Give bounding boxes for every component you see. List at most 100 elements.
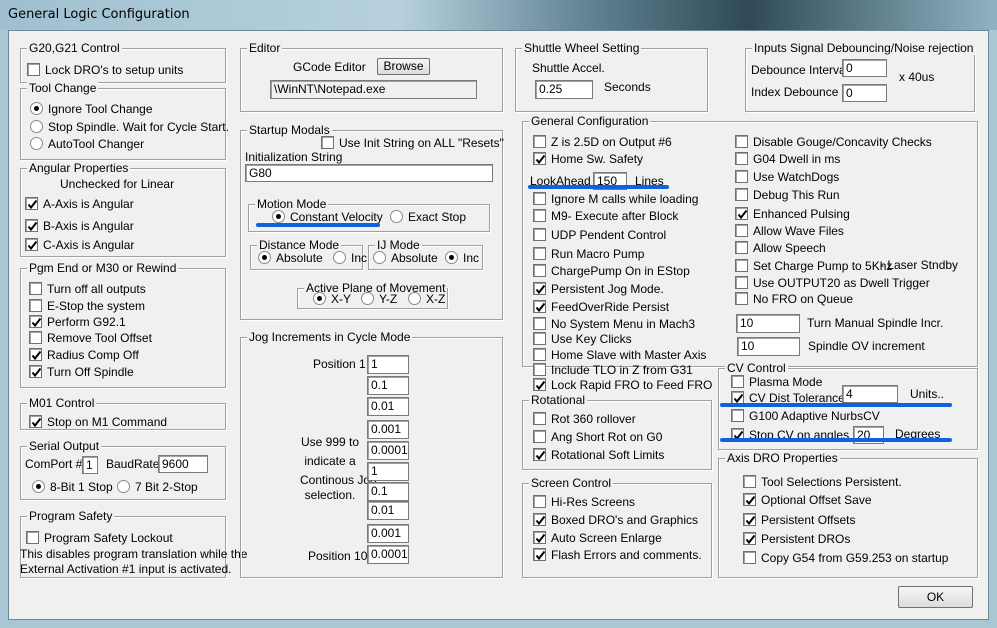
radio-unselected-icon[interactable]: [408, 292, 421, 305]
checkbox-label: E-Stop the system: [47, 299, 146, 313]
radio-label: Absolute: [391, 251, 438, 265]
baudrate-input[interactable]: 9600: [158, 455, 208, 473]
unchecked-checkbox-icon[interactable]: [29, 299, 42, 312]
checked-checkbox-icon[interactable]: [25, 219, 38, 232]
x40us-label: x 40us: [899, 70, 935, 84]
unchecked-checkbox-icon[interactable]: [533, 363, 546, 376]
cv-dist-tolerance-input[interactable]: 4: [842, 385, 898, 403]
spindle-incr-input[interactable]: 10: [736, 314, 800, 333]
init-string-input[interactable]: G80: [245, 164, 493, 182]
unchecked-checkbox-icon[interactable]: [27, 63, 40, 76]
radio-unselected-icon[interactable]: [333, 251, 346, 264]
jog-position-5-input[interactable]: 0.0001: [367, 441, 409, 460]
blue-underline-annotation: [720, 403, 952, 407]
unchecked-checkbox-icon[interactable]: [735, 259, 748, 272]
checkbox-label: Persistent Offsets: [761, 513, 856, 527]
jog-position-9-input[interactable]: 0.001: [367, 524, 409, 543]
radio-selected-icon[interactable]: [445, 251, 458, 264]
shuttle-accel-input[interactable]: 0.25: [535, 80, 593, 99]
radio-unselected-icon[interactable]: [373, 251, 386, 264]
unchecked-checkbox-icon[interactable]: [321, 136, 334, 149]
checked-checkbox-icon[interactable]: [743, 513, 756, 526]
radio-unselected-icon[interactable]: [30, 120, 43, 133]
checked-checkbox-icon[interactable]: [29, 415, 42, 428]
unchecked-checkbox-icon[interactable]: [533, 412, 546, 425]
checked-checkbox-icon[interactable]: [533, 513, 546, 526]
browse-button[interactable]: Browse: [377, 58, 430, 75]
checked-checkbox-icon[interactable]: [533, 282, 546, 295]
checked-checkbox-icon[interactable]: [29, 365, 42, 378]
checked-checkbox-icon[interactable]: [25, 238, 38, 251]
unchecked-checkbox-icon[interactable]: [743, 475, 756, 488]
unchecked-checkbox-icon[interactable]: [533, 430, 546, 443]
checkbox-label: Persistent Jog Mode.: [551, 282, 664, 296]
checked-checkbox-icon[interactable]: [735, 207, 748, 220]
checkbox-label: Home Sw. Safety: [551, 152, 644, 166]
unchecked-checkbox-icon[interactable]: [735, 188, 748, 201]
unchecked-checkbox-icon[interactable]: [735, 152, 748, 165]
unchecked-checkbox-icon[interactable]: [533, 495, 546, 508]
checked-checkbox-icon[interactable]: [25, 197, 38, 210]
editor-path-field[interactable]: \WinNT\Notepad.exe: [270, 80, 477, 99]
unchecked-checkbox-icon[interactable]: [735, 170, 748, 183]
title-bar[interactable]: General Logic Configuration: [0, 0, 997, 30]
checked-checkbox-icon[interactable]: [533, 548, 546, 561]
unchecked-checkbox-icon[interactable]: [533, 228, 546, 241]
ok-button[interactable]: OK: [898, 586, 973, 608]
jog-position-10-input[interactable]: 0.0001: [367, 545, 409, 564]
checked-checkbox-icon[interactable]: [533, 448, 546, 461]
unchecked-checkbox-icon[interactable]: [533, 135, 546, 148]
checkbox-label: Enhanced Pulsing: [753, 207, 850, 221]
jog-position-3-input[interactable]: 0.01: [367, 397, 409, 416]
jog-position-2-input[interactable]: 0.1: [367, 376, 409, 395]
comport-input[interactable]: 1: [82, 456, 98, 474]
checked-checkbox-icon[interactable]: [29, 315, 42, 328]
unchecked-checkbox-icon[interactable]: [735, 224, 748, 237]
radio-selected-icon[interactable]: [272, 210, 285, 223]
checked-checkbox-icon[interactable]: [533, 378, 546, 391]
safety-note: This disables program translation while …: [20, 547, 248, 561]
unchecked-checkbox-icon[interactable]: [29, 331, 42, 344]
checkbox-label: Allow Speech: [753, 241, 826, 255]
unchecked-checkbox-icon[interactable]: [735, 276, 748, 289]
unchecked-checkbox-icon[interactable]: [731, 375, 744, 388]
index-debounce-input[interactable]: 0: [842, 84, 887, 102]
unchecked-checkbox-icon[interactable]: [26, 531, 39, 544]
unchecked-checkbox-icon[interactable]: [533, 348, 546, 361]
checked-checkbox-icon[interactable]: [743, 532, 756, 545]
checked-checkbox-icon[interactable]: [533, 531, 546, 544]
jog-position-7-input[interactable]: 0.1: [367, 482, 409, 501]
unchecked-checkbox-icon[interactable]: [533, 332, 546, 345]
debounce-interval-input[interactable]: 0: [842, 59, 887, 77]
radio-selected-icon[interactable]: [30, 102, 43, 115]
unchecked-checkbox-icon[interactable]: [533, 264, 546, 277]
radio-selected-icon[interactable]: [32, 480, 45, 493]
group-title: G20,G21 Control: [27, 41, 122, 55]
unchecked-checkbox-icon[interactable]: [731, 409, 744, 422]
radio-unselected-icon[interactable]: [30, 137, 43, 150]
unchecked-checkbox-icon[interactable]: [735, 292, 748, 305]
unchecked-checkbox-icon[interactable]: [29, 282, 42, 295]
jog-position-6-input[interactable]: 1: [367, 462, 409, 481]
unchecked-checkbox-icon[interactable]: [735, 241, 748, 254]
radio-unselected-icon[interactable]: [361, 292, 374, 305]
jog-position-4-input[interactable]: 0.001: [367, 420, 409, 439]
unchecked-checkbox-icon[interactable]: [533, 209, 546, 222]
checked-checkbox-icon[interactable]: [743, 493, 756, 506]
checked-checkbox-icon[interactable]: [533, 300, 546, 313]
unchecked-checkbox-icon[interactable]: [533, 192, 546, 205]
radio-unselected-icon[interactable]: [117, 480, 130, 493]
unchecked-checkbox-icon[interactable]: [533, 317, 546, 330]
radio-unselected-icon[interactable]: [390, 210, 403, 223]
unchecked-checkbox-icon[interactable]: [533, 247, 546, 260]
jog-position-8-input[interactable]: 0.01: [367, 501, 409, 520]
group-inputs-signal-debouncing-noise-rejection: Inputs Signal Debouncing/Noise rejection: [745, 41, 976, 112]
unchecked-checkbox-icon[interactable]: [735, 135, 748, 148]
jog-position-1-input[interactable]: 1: [367, 355, 409, 374]
radio-selected-icon[interactable]: [313, 292, 326, 305]
checked-checkbox-icon[interactable]: [533, 152, 546, 165]
radio-selected-icon[interactable]: [258, 251, 271, 264]
unchecked-checkbox-icon[interactable]: [743, 551, 756, 564]
checked-checkbox-icon[interactable]: [29, 348, 42, 361]
spindle-ov-input[interactable]: 10: [737, 337, 800, 356]
